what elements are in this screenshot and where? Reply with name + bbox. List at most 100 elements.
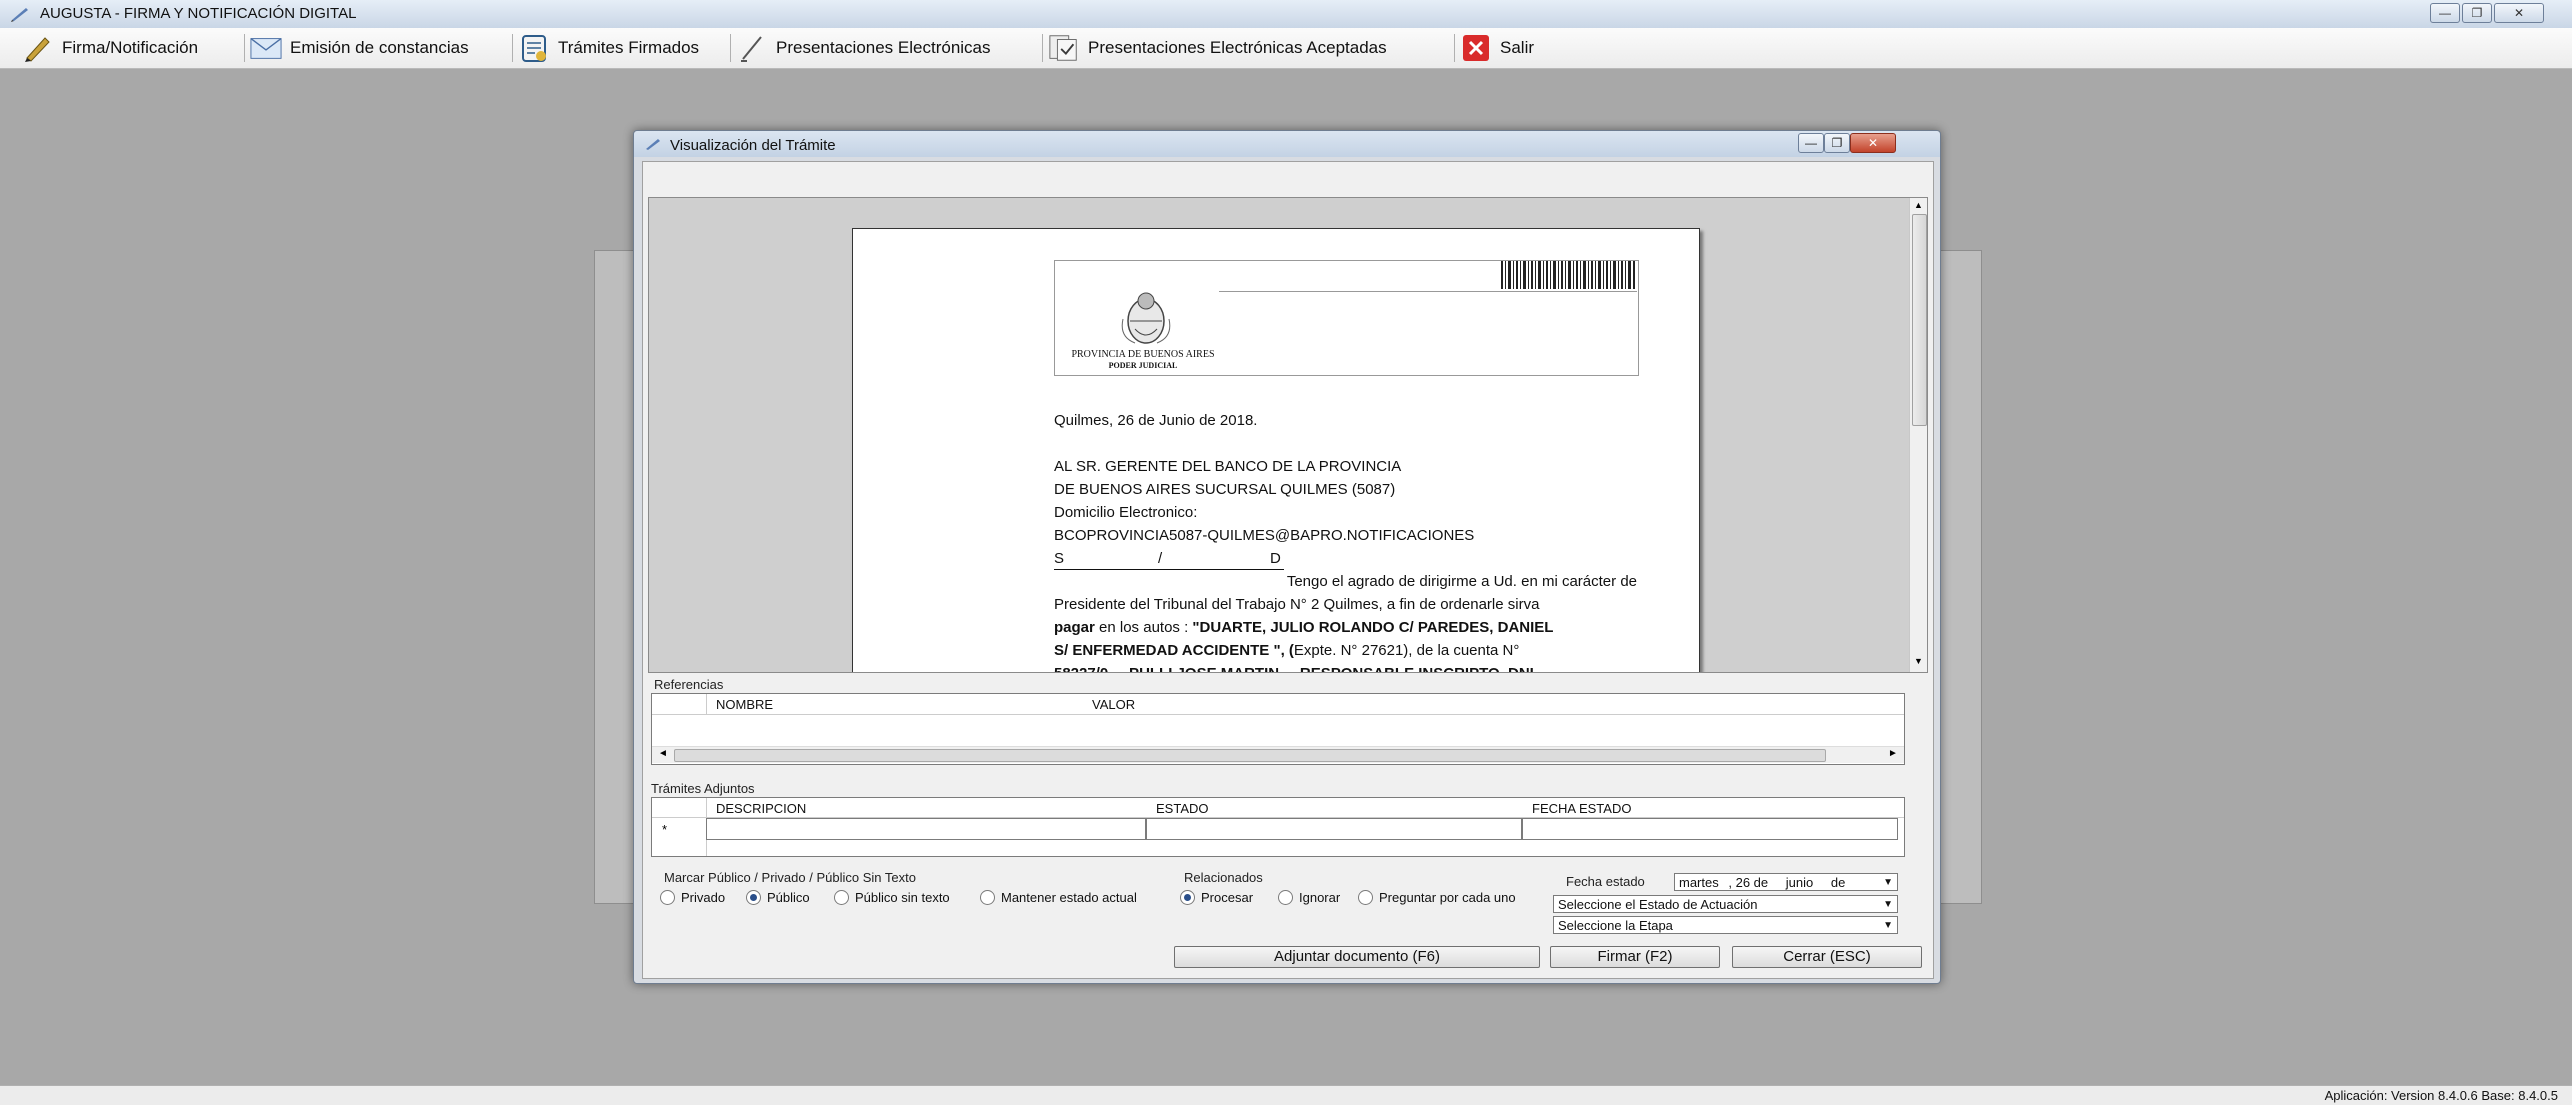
radio-button[interactable]	[660, 890, 675, 905]
scroll-thumb[interactable]	[674, 749, 1826, 762]
app-icon	[646, 139, 660, 150]
radio-button[interactable]	[834, 890, 849, 905]
radio-mantener-estado[interactable]: Mantener estado actual	[980, 890, 1137, 905]
seal-subcaption: PODER JUDICIAL	[1108, 361, 1178, 370]
exit-icon	[1460, 33, 1492, 63]
toolbar-label: Salir	[1500, 38, 1535, 57]
date-weekday: martes	[1679, 875, 1719, 890]
body-text: en los autos :	[1094, 619, 1193, 636]
dialog-close-button[interactable]: ✕	[1850, 133, 1896, 153]
document-body-line: pagar en los autos : "DUARTE, JULIO ROLA…	[1054, 616, 1637, 639]
date-month: junio	[1785, 875, 1814, 890]
scroll-left-icon[interactable]: ◄	[658, 748, 668, 759]
document-address-line: AL SR. GERENTE DEL BANCO DE LA PROVINCIA	[1054, 458, 1402, 475]
coat-of-arms-icon	[1121, 292, 1171, 344]
toolbar-firma-notificacion[interactable]: Firma/Notificación	[22, 32, 198, 64]
adjuntar-documento-button[interactable]: Adjuntar documento (F6)	[1174, 946, 1540, 968]
column-header-estado[interactable]: ESTADO	[1156, 801, 1209, 816]
radio-button[interactable]	[1358, 890, 1373, 905]
radio-publico[interactable]: Público	[746, 890, 810, 905]
etapa-select[interactable]: Seleccione la Etapa ▼	[1553, 916, 1898, 934]
document-page: PROVINCIA DE BUENOS AIRES PODER JUDICIAL…	[852, 228, 1700, 672]
toolbar-presentaciones-aceptadas[interactable]: Presentaciones Electrónicas Aceptadas	[1048, 32, 1387, 64]
chevron-down-icon[interactable]: ▼	[1883, 917, 1893, 935]
firmar-button[interactable]: Firmar (F2)	[1550, 946, 1720, 968]
sd-d: D	[1270, 550, 1281, 567]
cell-estado-input[interactable]	[1146, 818, 1522, 840]
radio-ignorar[interactable]: Ignorar	[1278, 890, 1340, 905]
toolbar-separator	[244, 34, 245, 62]
cerrar-button[interactable]: Cerrar (ESC)	[1732, 946, 1922, 968]
scroll-right-icon[interactable]: ►	[1888, 748, 1898, 759]
toolbar-emision-constancias[interactable]: Emisión de constancias	[250, 32, 469, 64]
referencias-label: Referencias	[654, 677, 724, 692]
toolbar-tramites-firmados[interactable]: Trámites Firmados	[518, 32, 699, 64]
document-address-line: BCOPROVINCIA5087-QUILMES@BAPRO.NOTIFICAC…	[1054, 527, 1475, 544]
dialog-title: Visualización del Trámite	[670, 137, 836, 154]
envelope-icon	[250, 33, 282, 63]
document-date: Quilmes, 26 de Junio de 2018.	[1054, 412, 1258, 429]
chevron-down-icon[interactable]: ▼	[1883, 874, 1893, 892]
toolbar-presentaciones-electronicas[interactable]: Presentaciones Electrónicas	[736, 32, 991, 64]
toolbar-salir[interactable]: Salir	[1460, 32, 1534, 64]
adjuntos-label: Trámites Adjuntos	[651, 781, 755, 796]
toolbar-label: Presentaciones Electrónicas	[776, 38, 991, 57]
sd-s: S	[1054, 550, 1065, 567]
toolbar-label: Firma/Notificación	[62, 38, 199, 57]
radio-button[interactable]	[980, 890, 995, 905]
minimize-button[interactable]: —	[2430, 3, 2460, 23]
radio-publico-sin-texto[interactable]: Público sin texto	[834, 890, 950, 905]
column-header-fecha-estado[interactable]: FECHA ESTADO	[1532, 801, 1631, 816]
dialog-minimize-button[interactable]: —	[1798, 133, 1824, 153]
referencias-grid[interactable]: NOMBRE VALOR ◄ ►	[651, 693, 1905, 765]
fecha-estado-label: Fecha estado	[1566, 874, 1645, 889]
estado-actuacion-select[interactable]: Seleccione el Estado de Actuación ▼	[1553, 895, 1898, 913]
scroll-up-icon[interactable]: ▲	[1914, 200, 1923, 210]
radio-procesar[interactable]: Procesar	[1180, 890, 1253, 905]
viewer-vertical-scrollbar[interactable]: ▲ ▼	[1909, 198, 1927, 672]
toolbar-label: Emisión de constancias	[290, 38, 469, 57]
maximize-button[interactable]: ❐	[2462, 3, 2492, 23]
app-title-bar: AUGUSTA - FIRMA Y NOTIFICACIÓN DIGITAL —…	[0, 0, 2572, 29]
body-bold-text: S/ ENFERMEDAD ACCIDENTE ", (	[1054, 642, 1294, 659]
marcar-label: Marcar Público / Privado / Público Sin T…	[664, 870, 916, 885]
cell-fecha-estado-input[interactable]	[1522, 818, 1898, 840]
toolbar-separator	[512, 34, 513, 62]
document-body-line: 58227/0 ... PULLI JOSE MARTIN ... RESPON…	[1054, 662, 1637, 672]
close-window-button[interactable]: ✕	[2494, 3, 2544, 23]
radio-button-selected[interactable]	[746, 890, 761, 905]
scroll-thumb[interactable]	[1912, 214, 1927, 426]
adjuntos-grid[interactable]: DESCRIPCION ESTADO FECHA ESTADO *	[651, 797, 1905, 857]
body-bold-text: "DUARTE, JULIO ROLANDO C/ PAREDES, DANIE…	[1192, 619, 1554, 636]
radio-button[interactable]	[1278, 890, 1293, 905]
column-header-valor[interactable]: VALOR	[1092, 697, 1135, 712]
toolbar-separator	[1042, 34, 1043, 62]
cell-descripcion-input[interactable]	[706, 818, 1146, 840]
document-viewer[interactable]: PROVINCIA DE BUENOS AIRES PODER JUDICIAL…	[648, 197, 1928, 673]
radio-privado[interactable]: Privado	[660, 890, 725, 905]
version-text: Aplicación: Version 8.4.0.6 Base: 8.4.0.…	[2324, 1088, 2558, 1103]
visualizacion-tramite-dialog: Visualización del Trámite — ❐ ✕ PROVINCI…	[633, 130, 1941, 984]
quill-icon	[736, 33, 768, 63]
column-header-nombre[interactable]: NOMBRE	[716, 697, 773, 712]
accepted-documents-icon	[1048, 33, 1080, 63]
grid-header-row	[652, 694, 1904, 715]
toolbar-label: Trámites Firmados	[558, 38, 700, 57]
app-icon	[11, 8, 28, 22]
radio-label: Ignorar	[1299, 890, 1341, 905]
dialog-maximize-button[interactable]: ❐	[1824, 133, 1850, 153]
column-header-descripcion[interactable]: DESCRIPCION	[716, 801, 806, 816]
document-body-line: Presidente del Tribunal del Trabajo N° 2…	[1054, 596, 1540, 613]
document-sd-line: S / D	[1054, 547, 1284, 570]
fecha-estado-picker[interactable]: martes , 26 de junio de ▼	[1674, 873, 1898, 891]
document-body-line: S/ ENFERMEDAD ACCIDENTE ", (Expte. N° 27…	[1054, 639, 1637, 662]
radio-label: Mantener estado actual	[1001, 890, 1137, 905]
scroll-down-icon[interactable]: ▼	[1914, 656, 1923, 666]
select-value: Seleccione el Estado de Actuación	[1558, 897, 1758, 912]
radio-button-selected[interactable]	[1180, 890, 1195, 905]
radio-preguntar[interactable]: Preguntar por cada uno	[1358, 890, 1516, 905]
chevron-down-icon[interactable]: ▼	[1883, 896, 1893, 914]
body-text: Expte. N° 27621), de la cuenta N°	[1293, 642, 1520, 659]
referencias-horizontal-scrollbar[interactable]: ◄ ►	[652, 746, 1904, 763]
document-address-line: Domicilio Electronico:	[1054, 504, 1198, 521]
